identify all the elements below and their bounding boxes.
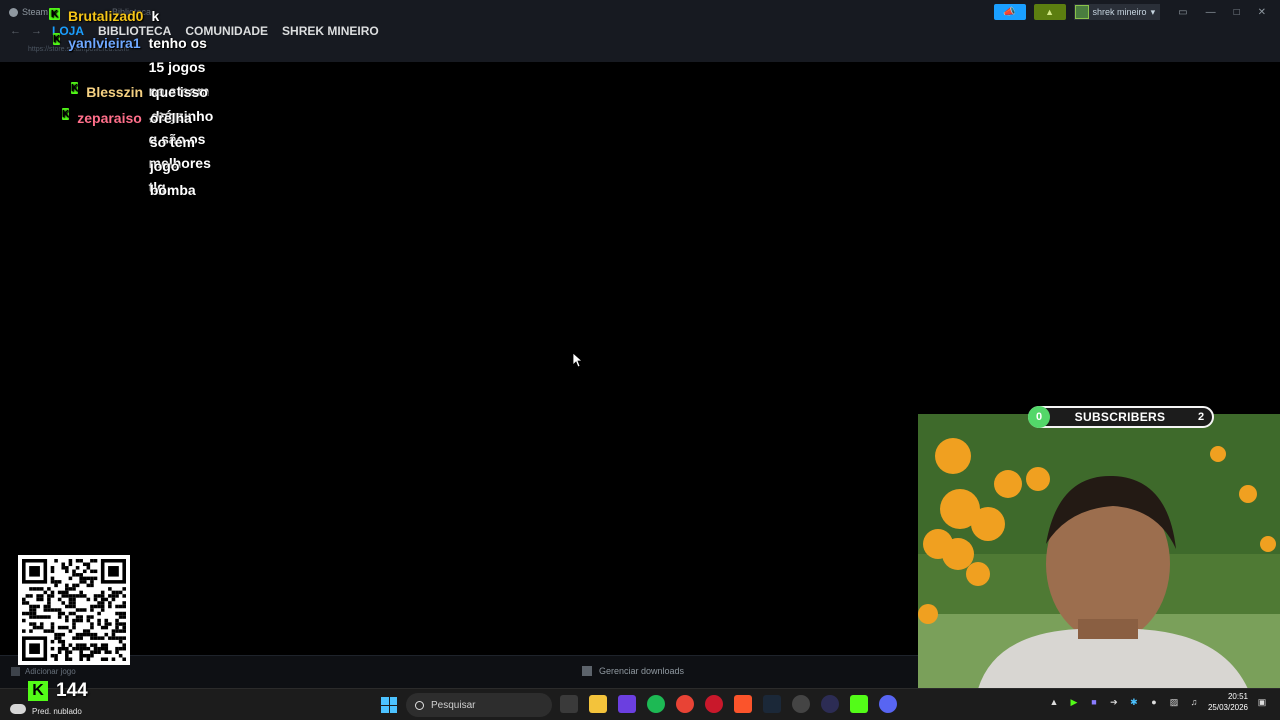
mouse-cursor-icon xyxy=(573,353,583,367)
window-title-text: Steam xyxy=(22,7,49,17)
add-game-button[interactable]: Adicionar jogo xyxy=(11,667,76,676)
qr-code-image xyxy=(22,559,126,661)
chevron-up-icon[interactable]: ▲ xyxy=(1048,696,1060,708)
search-icon xyxy=(415,700,424,710)
system-tray: ▲ ▶ ■ ➔ ✱ ● ▨ ♫ 20:51 25/03/2026 ▣ xyxy=(1048,691,1268,713)
weather-text: Pred. nublado xyxy=(32,707,82,716)
file-explorer-icon[interactable] xyxy=(589,695,607,713)
opera-icon[interactable] xyxy=(705,695,723,713)
wifi-icon[interactable]: ▨ xyxy=(1168,696,1180,708)
steam-top-right: 📣 ▲ shrek mineiro ▾ ▭ — □ ✕ xyxy=(993,4,1266,20)
kick-badge-icon: K xyxy=(49,8,60,20)
clock-date: 25/03/2026 xyxy=(1207,703,1248,712)
subs-count-right: 2 xyxy=(1197,411,1205,423)
discord-icon[interactable] xyxy=(879,695,897,713)
chat-text: k xyxy=(151,8,160,24)
viewer-count: K 144 xyxy=(28,680,88,702)
chat-username: Blesszin xyxy=(86,84,144,100)
steam-footer: Adicionar jogo Gerenciar downloads xyxy=(0,655,918,688)
chat-message: K zeparaiso orelha so tem jogo bomba xyxy=(62,106,199,202)
brave-icon[interactable] xyxy=(734,695,752,713)
monitor-icon[interactable]: ▭ xyxy=(1178,7,1187,18)
user-menu[interactable]: shrek mineiro ▾ xyxy=(1073,4,1161,20)
kick-badge-icon: K xyxy=(53,33,61,45)
chat-username: zeparaiso xyxy=(77,110,142,126)
username: shrek mineiro xyxy=(1092,7,1147,17)
downloads-label: Gerenciar downloads xyxy=(599,666,685,676)
forward-arrow-icon[interactable]: → xyxy=(31,25,42,37)
back-arrow-icon[interactable]: ← xyxy=(10,25,21,37)
announcements-button[interactable]: 📣 xyxy=(993,4,1026,20)
qr-code xyxy=(18,555,130,665)
webcam-image xyxy=(918,414,1280,689)
taskbar-apps xyxy=(560,695,897,713)
spotify-icon[interactable] xyxy=(647,695,665,713)
stream-screen: Steam Biblioteca ← → LOJA BIBLIOTECA COM… xyxy=(0,0,1280,720)
microphone-icon[interactable]: ● xyxy=(1148,696,1160,708)
subs-label: SUBSCRIBERS xyxy=(1074,410,1166,424)
kick-logo-icon: K xyxy=(28,681,48,701)
clock[interactable]: 20:51 25/03/2026 xyxy=(1208,691,1248,713)
chat-username: yanlvieira1 xyxy=(68,35,141,51)
notification-icon[interactable]: ▣ xyxy=(1256,696,1268,708)
arrow-tray-icon[interactable]: ➔ xyxy=(1108,696,1120,708)
cloud-icon xyxy=(10,703,26,714)
manage-downloads-button[interactable]: Gerenciar downloads xyxy=(582,666,684,676)
bluetooth-icon[interactable]: ✱ xyxy=(1128,696,1140,708)
chevron-down-icon: ▾ xyxy=(1150,6,1156,17)
viewer-count-number: 144 xyxy=(56,680,88,701)
nav-profile[interactable]: SHREK MINEIRO xyxy=(282,24,379,38)
volume-icon[interactable]: ♫ xyxy=(1188,696,1200,708)
app-icon[interactable] xyxy=(821,695,839,713)
chat-username: Brutalizad0 xyxy=(68,8,144,24)
obs-icon[interactable] xyxy=(792,695,810,713)
chat-message: K Brutalizad0 k xyxy=(49,6,159,26)
kick-tray-icon[interactable]: ▶ xyxy=(1068,696,1080,708)
add-game-label: Adicionar jogo xyxy=(25,667,76,676)
bell-icon: ▲ xyxy=(1045,7,1054,17)
search-placeholder: Pesquisar xyxy=(431,699,476,711)
plus-icon xyxy=(11,667,20,676)
clock-time: 20:51 xyxy=(1227,692,1248,701)
subscribers-widget: 0 SUBSCRIBERS 2 xyxy=(1028,406,1214,428)
avatar xyxy=(1074,5,1089,19)
windows-taskbar: Pred. nublado Pesquisar ▲ ▶ ■ ➔ ✱ ● ▨ ♫ … xyxy=(0,688,1280,720)
download-icon xyxy=(582,666,592,676)
kick-badge-icon: K xyxy=(62,108,70,120)
window-controls: ▭ — □ ✕ xyxy=(1178,7,1266,18)
notifications-button[interactable]: ▲ xyxy=(1033,4,1066,20)
steam-icon[interactable] xyxy=(763,695,781,713)
windows-logo-icon xyxy=(381,697,389,705)
kick-badge-icon: K xyxy=(71,82,79,94)
minimize-icon[interactable]: — xyxy=(1206,7,1216,18)
megaphone-icon: 📣 xyxy=(1003,6,1016,18)
steam-logo-icon xyxy=(9,7,18,17)
task-view-icon[interactable] xyxy=(560,695,578,713)
nav-arrows: ← → xyxy=(10,25,42,37)
taskbar-search[interactable]: Pesquisar xyxy=(406,693,552,717)
close-icon[interactable]: ✕ xyxy=(1258,7,1266,18)
subs-count-left: 0 xyxy=(1028,406,1050,428)
webcam-feed xyxy=(918,414,1280,689)
start-button[interactable] xyxy=(381,697,397,713)
kick-app-icon[interactable] xyxy=(850,695,868,713)
chrome-icon[interactable] xyxy=(676,695,694,713)
maximize-icon[interactable]: □ xyxy=(1234,7,1240,18)
chat-text: orelha so tem jogo bomba xyxy=(149,110,196,198)
app-tray-icon[interactable]: ■ xyxy=(1088,696,1100,708)
apps-grid-icon[interactable] xyxy=(618,695,636,713)
